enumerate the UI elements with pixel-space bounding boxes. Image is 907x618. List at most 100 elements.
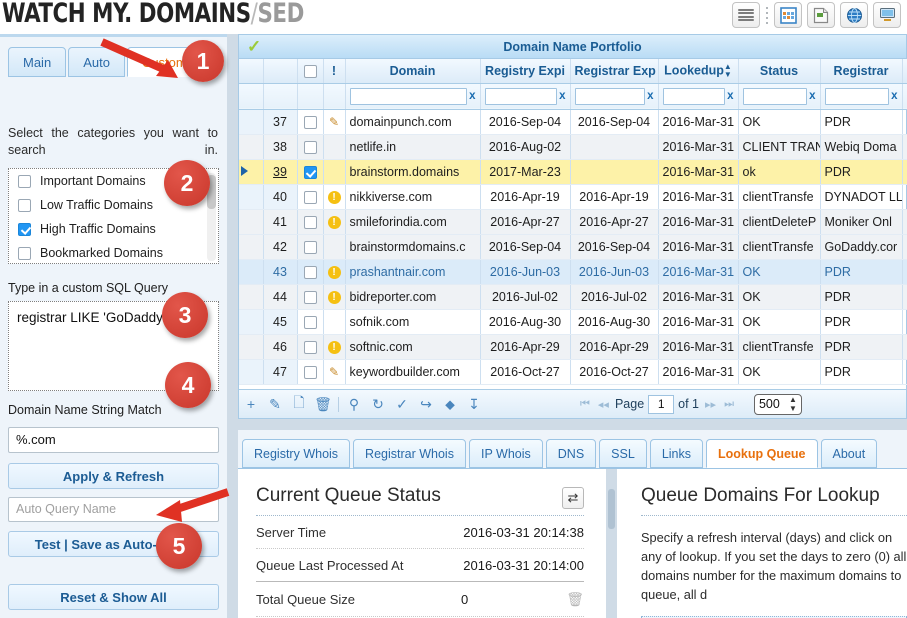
cell-added[interactable]: [902, 334, 907, 360]
row-checkbox[interactable]: [303, 340, 317, 354]
tab-dns[interactable]: DNS: [545, 439, 597, 468]
filter-clear-icon[interactable]: x: [559, 90, 565, 102]
cell-registry-expiry[interactable]: 2016-Apr-27: [480, 209, 571, 235]
tab-ip-whois[interactable]: IP Whois: [468, 439, 543, 468]
cell-status[interactable]: clientTransfe: [738, 334, 821, 360]
tab-about[interactable]: About: [820, 439, 878, 468]
cell-registrar-expiry[interactable]: 2016-Jun-03: [570, 259, 659, 285]
cell-registrar-expiry[interactable]: 2016-Apr-19: [570, 184, 659, 210]
filter-registrar-input[interactable]: [824, 87, 890, 105]
checkbox-high-traffic-domains[interactable]: [18, 222, 31, 236]
cell-status[interactable]: CLIENT TRAN: [738, 134, 821, 160]
cell-lookedup[interactable]: 2016-Mar-31: [658, 259, 739, 285]
table-row[interactable]: 40! nikkiverse.com 2016-Apr-19 2016-Apr-19 2…: [239, 184, 907, 210]
edit-row-icon[interactable]: ✎: [263, 396, 287, 413]
cell-domain[interactable]: prashantnair.com: [345, 259, 481, 285]
add-row-icon[interactable]: +: [239, 396, 263, 412]
filter-registry-expiry[interactable]: x: [480, 83, 571, 110]
tab-links[interactable]: Links: [649, 439, 703, 468]
filter-clear-icon[interactable]: x: [727, 90, 733, 102]
reset-show-all-button[interactable]: Reset & Show All: [8, 584, 219, 610]
checkbox-bookmarked-domains[interactable]: [18, 246, 31, 260]
cell-domain[interactable]: domainpunch.com: [345, 109, 481, 135]
cell-added[interactable]: [902, 309, 907, 335]
row-select-cell[interactable]: [297, 334, 324, 360]
prev-page-icon[interactable]: ◂◂: [596, 398, 611, 411]
cell-registrar[interactable]: PDR: [820, 309, 903, 335]
cell-domain[interactable]: bidreporter.com: [345, 284, 481, 310]
refresh-icon[interactable]: ↻: [366, 396, 390, 413]
cell-registrar-expiry[interactable]: 2016-Jul-02: [570, 284, 659, 310]
cell-registrar[interactable]: PDR: [820, 259, 903, 285]
cell-registrar[interactable]: Webiq Doma: [820, 134, 903, 160]
cell-registry-expiry[interactable]: 2016-Jul-02: [480, 284, 571, 310]
cell-status[interactable]: clientTransfe: [738, 184, 821, 210]
cell-status[interactable]: OK: [738, 309, 821, 335]
cell-status[interactable]: OK: [738, 259, 821, 285]
table-row[interactable]: 42 brainstormdomains.c 2016-Sep-04 2016-Sep…: [239, 234, 907, 260]
row-checkbox[interactable]: [303, 165, 317, 179]
filter-lookedup-input[interactable]: [662, 87, 726, 105]
row-checkbox[interactable]: [303, 215, 317, 229]
row-select-cell[interactable]: [297, 134, 324, 160]
domain-match-input[interactable]: %.com: [8, 427, 219, 453]
row-flag-cell[interactable]: [323, 159, 346, 185]
filter-clear-icon[interactable]: x: [809, 90, 815, 102]
col-added[interactable]: Add: [902, 59, 907, 84]
swap-refresh-icon[interactable]: ⇄: [562, 487, 584, 509]
table-row[interactable]: 37 ✎ domainpunch.com 2016-Sep-04 2016-Sep-04…: [239, 109, 907, 135]
row-checkbox[interactable]: [303, 190, 317, 204]
row-flag-cell[interactable]: !: [323, 259, 346, 285]
row-checkbox[interactable]: [303, 265, 317, 279]
cell-domain[interactable]: brainstorm.domains: [345, 159, 481, 185]
cell-registrar-expiry[interactable]: [570, 159, 659, 185]
cell-added[interactable]: 2016: [902, 134, 907, 160]
cell-status[interactable]: ok: [738, 159, 821, 185]
select-all-checkbox[interactable]: [303, 64, 317, 78]
row-flag-cell[interactable]: !: [323, 184, 346, 210]
row-flag-cell[interactable]: ✎: [323, 109, 346, 135]
filter-clear-icon[interactable]: x: [469, 90, 475, 102]
cell-registrar-expiry[interactable]: 2016-Apr-27: [570, 209, 659, 235]
category-item-high-traffic[interactable]: High Traffic Domains: [9, 217, 218, 241]
col-registrar[interactable]: Registrar: [820, 59, 903, 84]
filter-registrar-expiry[interactable]: x: [570, 83, 659, 110]
col-domain[interactable]: Domain: [345, 59, 481, 84]
row-select-cell[interactable]: [297, 109, 324, 135]
cell-registry-expiry[interactable]: 2017-Mar-23: [480, 159, 571, 185]
cell-status[interactable]: OK: [738, 359, 821, 385]
tab-main[interactable]: Main: [8, 47, 67, 77]
cell-registrar[interactable]: Moniker Onl: [820, 209, 903, 235]
apply-refresh-button[interactable]: Apply & Refresh: [8, 463, 219, 489]
row-flag-cell[interactable]: !: [323, 284, 346, 310]
tab-auto[interactable]: Auto: [68, 47, 125, 77]
cell-registry-expiry[interactable]: 2016-Sep-04: [480, 109, 571, 135]
cell-registrar[interactable]: PDR: [820, 359, 903, 385]
filter-domain[interactable]: x: [345, 83, 481, 110]
cell-status[interactable]: OK: [738, 109, 821, 135]
tab-lookup-queue[interactable]: Lookup Queue: [706, 439, 818, 468]
cell-lookedup[interactable]: 2016-Mar-31: [658, 334, 739, 360]
page-size-select[interactable]: 500 ▲ ▼: [753, 393, 802, 415]
cell-registrar-expiry[interactable]: [570, 134, 659, 160]
cell-registrar-expiry[interactable]: 2016-Oct-27: [570, 359, 659, 385]
category-item-bookmarked[interactable]: Bookmarked Domains: [9, 241, 218, 263]
row-select-cell[interactable]: [297, 309, 324, 335]
vertical-splitter[interactable]: [227, 34, 463, 618]
auto-query-name-input[interactable]: Auto Query Name: [8, 497, 219, 522]
row-flag-cell[interactable]: [323, 134, 346, 160]
col-lookedup[interactable]: Lookedup▲ ▼: [658, 59, 739, 84]
filter-lookedup[interactable]: x: [658, 83, 739, 110]
filter-clear-icon[interactable]: x: [891, 90, 897, 102]
cell-lookedup[interactable]: 2016-Mar-31: [658, 109, 739, 135]
copy-row-icon[interactable]: 🗋: [287, 392, 311, 416]
cell-registrar[interactable]: PDR: [820, 159, 903, 185]
clear-queue-icon[interactable]: 🗑: [566, 591, 584, 608]
cell-registry-expiry[interactable]: 2016-Sep-04: [480, 234, 571, 260]
col-select-all[interactable]: [297, 59, 324, 84]
row-select-cell[interactable]: [297, 159, 324, 185]
row-checkbox[interactable]: [303, 290, 317, 304]
filter-clear-icon[interactable]: x: [647, 90, 653, 102]
cell-lookedup[interactable]: 2016-Mar-31: [658, 184, 739, 210]
col-registrar-expiry[interactable]: Registrar Exp: [570, 59, 659, 84]
